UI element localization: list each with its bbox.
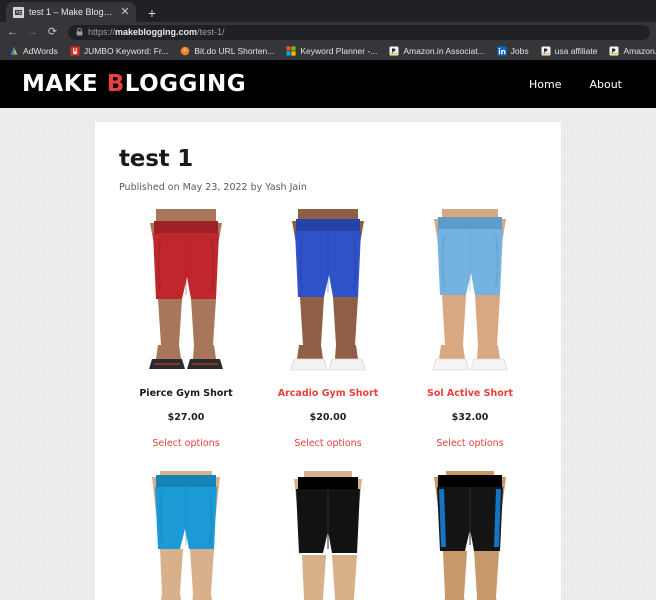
page-viewport: MAKE BLOGGING Home About test 1 Publishe… xyxy=(0,60,656,600)
product-price: $32.00 xyxy=(451,412,489,423)
reload-icon[interactable]: ⟳ xyxy=(46,26,59,39)
select-options-button[interactable]: Select options xyxy=(436,438,503,449)
product-card[interactable] xyxy=(261,471,395,600)
logo-text-part2: LOGGING xyxy=(124,71,247,97)
product-grid-row-1: Pierce Gym Short $27.00 Select options A… xyxy=(119,209,537,455)
url-scheme: https:// xyxy=(88,26,116,37)
amazon-icon xyxy=(609,46,619,56)
bookmarks-bar: AdWords JUMBO Keyword: Fr... Bit.do URL … xyxy=(0,42,656,60)
bookmark-keyword-planner[interactable]: Keyword Planner -... xyxy=(281,43,382,59)
model-illustration xyxy=(272,209,384,377)
address-bar[interactable]: https://makeblogging.com/test-1/ xyxy=(68,24,650,40)
browser-tab[interactable]: test 1 – Make Blogging ✕ xyxy=(6,2,136,22)
tab-strip: test 1 – Make Blogging ✕ + xyxy=(0,0,656,22)
bookmark-label: Amazon.com - Eart... xyxy=(623,46,656,56)
model-illustration xyxy=(130,471,242,600)
product-card[interactable]: Pierce Gym Short $27.00 Select options xyxy=(119,209,253,455)
model-illustration xyxy=(130,209,242,377)
url-domain: makeblogging.com xyxy=(115,26,198,37)
bookmark-label: Keyword Planner -... xyxy=(300,46,378,56)
bitdo-icon xyxy=(181,46,190,56)
logo-text-part1: MAKE xyxy=(22,71,107,97)
amazon-icon xyxy=(541,46,551,56)
adwords-icon xyxy=(10,47,18,56)
page-title: test 1 xyxy=(119,146,194,172)
select-options-button[interactable]: Select options xyxy=(294,438,361,449)
bookmark-label: Jobs xyxy=(510,46,529,56)
product-price: $20.00 xyxy=(309,412,347,423)
model-illustration xyxy=(414,471,526,600)
page-background: test 1 Published on May 23, 2022 by Yash… xyxy=(0,108,656,600)
product-card[interactable]: Sol Active Short $32.00 Select options xyxy=(403,209,537,455)
select-options-button[interactable]: Select options xyxy=(152,438,219,449)
product-card[interactable] xyxy=(119,471,253,600)
site-favicon xyxy=(13,6,24,18)
product-card[interactable] xyxy=(403,471,537,600)
microsoft-icon xyxy=(286,46,296,56)
bookmark-label: JUMBO Keyword: Fr... xyxy=(83,46,169,56)
url-path: /test-1/ xyxy=(197,26,225,37)
product-grid-row-2 xyxy=(119,471,537,600)
site-nav: Home About xyxy=(529,78,634,91)
linkedin-icon xyxy=(497,46,507,56)
pdf-icon xyxy=(70,46,80,56)
bookmark-amazon-com-earth[interactable]: Amazon.com - Eart... xyxy=(604,43,656,59)
bookmark-label: Bit.do URL Shorten... xyxy=(194,46,275,56)
bookmark-amazon-in-associates[interactable]: Amazon.in Associat... xyxy=(384,43,489,59)
post-card: test 1 Published on May 23, 2022 by Yash… xyxy=(95,122,561,600)
bookmark-label: usa affiliate xyxy=(554,46,598,56)
product-image-arcadio-gym-short[interactable] xyxy=(261,209,395,377)
bookmark-bitdo[interactable]: Bit.do URL Shorten... xyxy=(175,43,279,59)
amazon-icon xyxy=(389,46,399,56)
product-price: $27.00 xyxy=(167,412,205,423)
bookmark-adwords[interactable]: AdWords xyxy=(4,43,63,59)
product-card[interactable]: Arcadio Gym Short $20.00 Select options xyxy=(261,209,395,455)
product-name: Pierce Gym Short xyxy=(139,388,233,399)
browser-window: test 1 – Make Blogging ✕ + ← → ⟳ https:/… xyxy=(0,0,656,600)
product-name: Arcadio Gym Short xyxy=(277,388,379,399)
model-illustration xyxy=(272,471,384,600)
site-header: MAKE BLOGGING Home About xyxy=(0,60,656,108)
tab-title: test 1 – Make Blogging xyxy=(29,6,114,17)
nav-item-about[interactable]: About xyxy=(589,78,622,91)
lock-icon xyxy=(76,28,83,36)
product-name: Sol Active Short xyxy=(426,388,513,399)
product-image-sol-active-short[interactable] xyxy=(403,209,537,377)
nav-item-home[interactable]: Home xyxy=(529,78,561,91)
bookmark-jobs[interactable]: Jobs xyxy=(492,43,534,59)
back-icon[interactable]: ← xyxy=(6,26,19,39)
address-bar-url: https://makeblogging.com/test-1/ xyxy=(88,27,225,38)
tab-close-icon[interactable]: ✕ xyxy=(119,6,131,18)
product-image-blue-mesh-short[interactable] xyxy=(119,471,253,600)
model-illustration xyxy=(414,209,526,377)
bookmark-label: Amazon.in Associat... xyxy=(403,46,485,56)
bookmark-jumbo-keyword[interactable]: JUMBO Keyword: Fr... xyxy=(65,43,174,59)
product-image-black-blue-trim-short[interactable] xyxy=(403,471,537,600)
product-image-black-short[interactable] xyxy=(261,471,395,600)
site-logo[interactable]: MAKE BLOGGING xyxy=(22,71,246,97)
product-image-pierce-gym-short[interactable] xyxy=(119,209,253,377)
bookmark-usa-affiliate[interactable]: usa affiliate xyxy=(536,43,603,59)
new-tab-button[interactable]: + xyxy=(142,4,162,22)
browser-toolbar: ← → ⟳ https://makeblogging.com/test-1/ xyxy=(0,22,656,42)
logo-accent-letter: B xyxy=(106,71,125,97)
forward-icon[interactable]: → xyxy=(26,26,39,39)
post-meta: Published on May 23, 2022 by Yash Jain xyxy=(119,182,307,193)
bookmark-label: AdWords xyxy=(23,46,58,56)
